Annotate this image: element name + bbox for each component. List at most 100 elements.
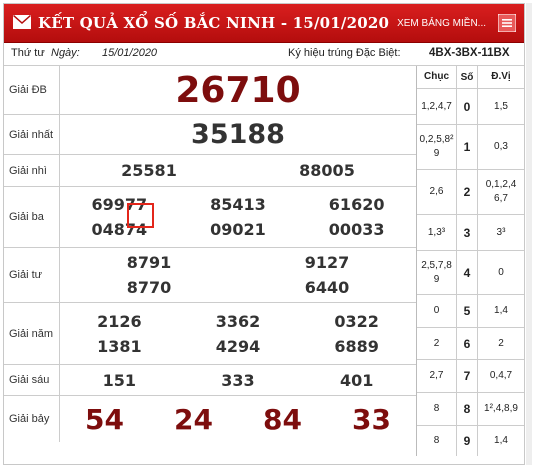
prize-label: Giải năm xyxy=(4,303,60,364)
units-cell: 1,4 xyxy=(494,305,508,316)
prize-number: 9127 xyxy=(304,253,350,272)
units-cell: 1²,4,8,9 xyxy=(484,403,518,414)
column-header-units: Đ.Vị xyxy=(491,71,511,82)
loto-head-tail-table: Chục Số Đ.Vị 1,2,4,7 0 1,5 0,2,5,8² 9 1 … xyxy=(417,66,524,456)
prize-number: 6889 xyxy=(334,336,379,356)
prize-table: Giải ĐB 26710 Giải nhất 35188 Giải nhì 2… xyxy=(4,66,417,456)
prize-number: 00033 xyxy=(328,220,385,239)
digit-cell: 1 xyxy=(457,125,478,169)
digit-cell: 6 xyxy=(457,328,478,359)
prize-number: 2126 xyxy=(97,311,142,331)
prize-number: 333 xyxy=(221,370,255,390)
tens-cell: 8 xyxy=(417,393,457,425)
prize-number: 33 xyxy=(352,402,391,436)
column-header-tens: Chục xyxy=(417,66,457,88)
prize-number: 61620 xyxy=(328,195,385,214)
prize-label: Giải tư xyxy=(4,248,60,302)
special-code: 4BX-3BX-11BX xyxy=(429,47,510,59)
tens-cell: 2,7 xyxy=(417,360,457,392)
stats-row: 0,2,5,8² 9 1 0,3 xyxy=(417,125,524,170)
digit-cell: 7 xyxy=(457,360,478,392)
special-code-label: Ký hiệu trúng Đặc Biệt: xyxy=(288,47,401,59)
units-cell: 1,5 xyxy=(494,100,508,112)
column-header-digit: Số xyxy=(457,66,478,88)
digit-cell: 0 xyxy=(457,89,478,124)
draw-weekday: Thứ tư xyxy=(11,47,45,59)
tens-cell: 1,3³ xyxy=(417,215,457,250)
date-label: Ngày: xyxy=(51,47,80,59)
stats-row: 8 9 1,4 xyxy=(417,426,524,456)
prize-number: 54 xyxy=(85,402,124,436)
tens-cell: 2,6 xyxy=(417,170,457,214)
prize-row-fifth: Giải năm 2126 3362 0322 1381 4294 6889 xyxy=(4,303,416,365)
stats-row: 8 8 1²,4,8,9 xyxy=(417,393,524,426)
tens-cell: 0,2,5,8² 9 xyxy=(417,125,457,169)
view-regional-table-link[interactable]: XEM BẢNG MIỀN... xyxy=(397,18,486,29)
units-cell: 1,4 xyxy=(494,435,508,446)
prize-number: 25581 xyxy=(121,161,177,180)
lottery-result-panel: KẾT QUẢ XỔ SỐ BẮC NINH - 15/01/2020 XEM … xyxy=(3,3,525,465)
prize-number: 151 xyxy=(102,370,137,390)
tens-cell: 2,5,7,8 9 xyxy=(417,251,457,294)
tens-cell: 0 xyxy=(417,295,457,327)
stats-header: Chục Số Đ.Vị xyxy=(417,66,524,89)
scrollbar[interactable] xyxy=(526,3,532,465)
prize-number: 24 xyxy=(174,402,213,436)
prize-row-seventh: Giải bảy 54 24 84 33 xyxy=(4,396,416,442)
stats-row: 2,5,7,8 9 4 0 xyxy=(417,251,524,295)
units-cell: 0,1,2,4 6,7 xyxy=(485,179,517,204)
prize-row-first: Giải nhất 35188 xyxy=(4,115,416,155)
draw-date: 15/01/2020 xyxy=(102,47,158,59)
prize-number: 0322 xyxy=(334,311,379,331)
prize-number: 401 xyxy=(339,370,374,390)
prize-number: 84 xyxy=(263,402,302,436)
envelope-icon xyxy=(13,15,31,29)
prize-number: 6440 xyxy=(304,278,350,297)
prize-number: 8770 xyxy=(126,278,172,297)
stats-row: 1,3³ 3 3³ xyxy=(417,215,524,251)
digit-cell: 2 xyxy=(457,170,478,214)
digit-cell: 5 xyxy=(457,295,478,327)
digit-cell: 8 xyxy=(457,393,478,425)
prize-number: 1381 xyxy=(97,336,142,356)
draw-info-bar: Thứ tư Ngày: 15/01/2020 Ký hiệu trúng Đặ… xyxy=(4,43,524,66)
prize-number: 4294 xyxy=(215,336,261,356)
prize-row-third: Giải ba 69977 85413 61620 04874 09021 00… xyxy=(4,187,416,248)
result-header: KẾT QUẢ XỔ SỐ BẮC NINH - 15/01/2020 XEM … xyxy=(4,4,524,43)
tens-cell: 1,2,4,7 xyxy=(417,89,457,124)
prize-label: Giải ba xyxy=(4,187,60,247)
prize-row-second: Giải nhì 25581 88005 xyxy=(4,155,416,187)
prize-number: 8791 xyxy=(126,253,172,272)
units-cell: 0 xyxy=(498,266,504,278)
stats-row: 0 5 1,4 xyxy=(417,295,524,328)
stats-row: 2 6 2 xyxy=(417,328,524,360)
units-cell: 3³ xyxy=(496,226,506,238)
prize-number: 26710 xyxy=(175,69,301,111)
prize-number: 85413 xyxy=(210,195,266,214)
highlight-box xyxy=(127,203,154,228)
prize-row-fourth: Giải tư 8791 9127 8770 6440 xyxy=(4,248,416,303)
prize-label: Giải ĐB xyxy=(4,66,60,114)
prize-number: 88005 xyxy=(299,161,355,180)
tens-cell: 8 xyxy=(417,426,457,456)
page-title: KẾT QUẢ XỔ SỐ BẮC NINH - 15/01/2020 xyxy=(38,14,390,32)
tens-cell: 2 xyxy=(417,328,457,359)
digit-cell: 9 xyxy=(457,426,478,456)
prize-label: Giải bảy xyxy=(4,396,60,442)
prize-row-special: Giải ĐB 26710 xyxy=(4,66,416,115)
prize-label: Giải nhất xyxy=(4,115,60,154)
digit-cell: 3 xyxy=(457,215,478,250)
units-cell: 2 xyxy=(498,337,504,349)
digit-cell: 4 xyxy=(457,251,478,294)
prize-row-sixth: Giải sáu 151 333 401 xyxy=(4,365,416,396)
units-cell: 0,4,7 xyxy=(489,370,513,381)
stats-row: 2,6 2 0,1,2,4 6,7 xyxy=(417,170,524,215)
prize-label: Giải nhì xyxy=(4,155,60,186)
prize-number: 09021 xyxy=(210,220,266,239)
prize-number: 35188 xyxy=(191,119,285,150)
stats-row: 2,7 7 0,4,7 xyxy=(417,360,524,393)
prize-label: Giải sáu xyxy=(4,365,60,395)
menu-icon[interactable] xyxy=(498,14,516,32)
stats-row: 1,2,4,7 0 1,5 xyxy=(417,89,524,125)
prize-number: 3362 xyxy=(215,311,261,331)
